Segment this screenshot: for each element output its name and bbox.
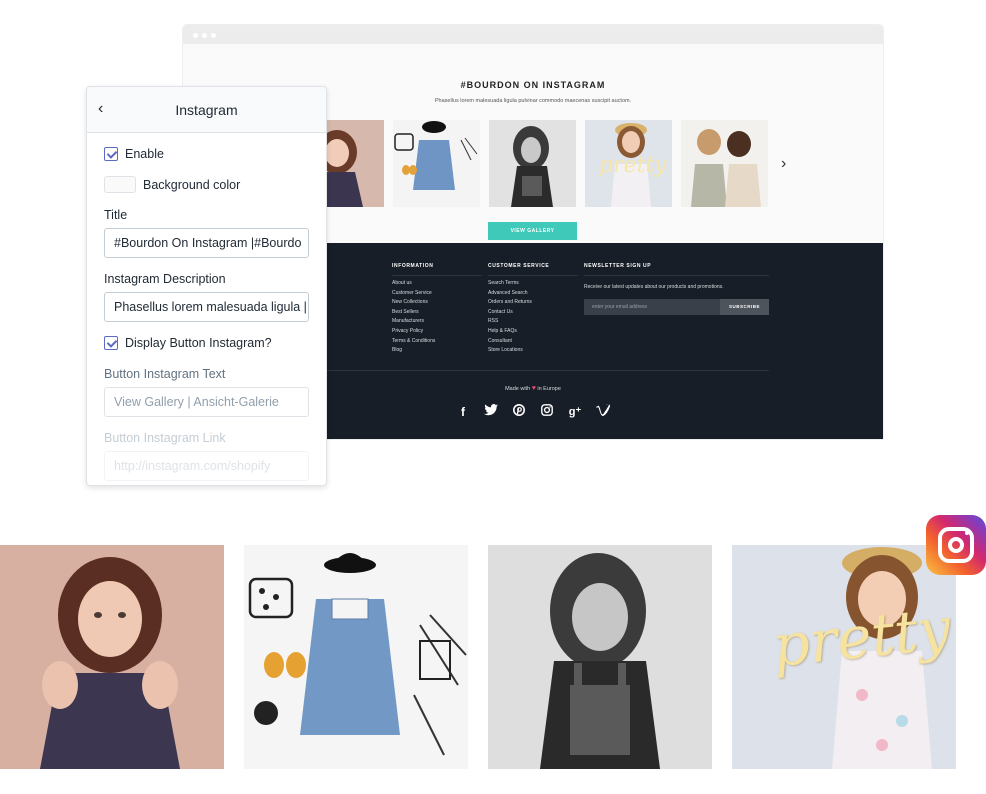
button-link-label: Button Instagram Link (104, 431, 226, 445)
background-color-row[interactable]: Background color (104, 176, 240, 193)
footer-link[interactable]: Consultant (488, 338, 578, 344)
footer-link[interactable]: Store Locations (488, 347, 578, 353)
instagram-thumb-2[interactable] (393, 120, 480, 207)
footer-link[interactable]: Contact Us (488, 309, 578, 315)
footer-link[interactable]: Privacy Policy (392, 328, 482, 334)
footer-link[interactable]: Orders and Returns (488, 299, 578, 305)
instagram-settings-panel: ‹ Instagram Enable Background color Titl… (86, 86, 327, 486)
button-text-label: Button Instagram Text (104, 367, 226, 381)
instagram-thumb-4[interactable]: pretty (585, 120, 672, 207)
next-arrow-icon[interactable]: › (781, 156, 786, 172)
newsletter-text: Receive our latest updates about our pro… (584, 284, 724, 290)
window-dot (202, 33, 207, 38)
description-input[interactable]: Phasellus lorem malesuada ligula | (104, 292, 309, 322)
background-color-label: Background color (143, 177, 241, 192)
title-input[interactable]: #Bourdon On Instagram |#Bourdo (104, 228, 309, 258)
heart-icon: ♥ (531, 385, 536, 392)
description-label: Instagram Description (104, 272, 226, 286)
footer-link[interactable]: New Collections (392, 299, 482, 305)
panel-title: Instagram (175, 102, 238, 118)
footer-link[interactable]: Search Terms (488, 280, 578, 286)
footer-newsletter-column: NEWSLETTER SIGN UP Receive our latest up… (584, 263, 769, 315)
footer-link[interactable]: Help & FAQs (488, 328, 578, 334)
view-gallery-button[interactable]: VIEW GALLERY (488, 222, 577, 240)
window-dot (193, 33, 198, 38)
footer-link[interactable]: Terms & Conditions (392, 338, 482, 344)
display-button-label: Display Button Instagram? (125, 336, 272, 350)
footer-link[interactable]: Advanced Search (488, 290, 578, 296)
footer-link[interactable]: Blog (392, 347, 482, 353)
footer-divider (325, 370, 769, 371)
twitter-icon[interactable] (484, 404, 498, 419)
enable-checkbox-row[interactable]: Enable (104, 147, 164, 161)
title-label: Title (104, 208, 128, 222)
window-dot (211, 33, 216, 38)
background-color-swatch[interactable] (104, 176, 136, 193)
large-photo-2 (244, 545, 468, 769)
made-with-suffix: in Europe (537, 386, 561, 392)
enable-label: Enable (125, 147, 164, 161)
large-photo-3 (488, 545, 712, 769)
social-icons: f g⁺ (456, 403, 610, 419)
footer-customer-service-column: CUSTOMER SERVICE Search Terms Advanced S… (488, 263, 578, 353)
footer-newsletter-heading: NEWSLETTER SIGN UP (584, 263, 769, 276)
instagram-logo-icon (926, 515, 986, 575)
footer-information-column: INFORMATION About us Customer Service Ne… (392, 263, 482, 353)
footer-link[interactable]: About us (392, 280, 482, 286)
browser-title-bar (183, 25, 883, 44)
display-button-checkbox-row[interactable]: Display Button Instagram? (104, 336, 272, 350)
large-photo-4: pretty (732, 545, 956, 769)
footer-link[interactable]: Customer Service (392, 290, 482, 296)
instagram-thumb-3[interactable] (489, 120, 576, 207)
button-text-input[interactable]: View Gallery | Ansicht-Galerie (104, 387, 309, 417)
button-link-input[interactable]: http://instagram.com/shopify (104, 451, 309, 481)
display-button-checkbox[interactable] (104, 336, 118, 350)
vimeo-icon[interactable] (596, 403, 610, 419)
footer-information-heading: INFORMATION (392, 263, 482, 276)
facebook-icon[interactable]: f (456, 405, 470, 419)
pinterest-icon[interactable] (512, 404, 526, 419)
enable-checkbox[interactable] (104, 147, 118, 161)
large-photo-1 (0, 545, 224, 769)
instagram-thumb-5[interactable] (681, 120, 768, 207)
made-with-prefix: Made with (505, 386, 531, 392)
google-plus-icon[interactable]: g⁺ (568, 405, 582, 419)
footer-link[interactable]: RSS (488, 318, 578, 324)
footer-link[interactable]: Best Sellers (392, 309, 482, 315)
subscribe-button[interactable]: SUBSCRIBE (720, 299, 769, 315)
instagram-icon[interactable] (540, 404, 554, 419)
footer-link[interactable]: Manufacturers (392, 318, 482, 324)
newsletter-email-input[interactable]: enter your email address (584, 299, 720, 315)
newsletter-form: enter your email address SUBSCRIBE (584, 299, 769, 315)
footer-customer-service-heading: CUSTOMER SERVICE (488, 263, 578, 276)
panel-header: ‹ Instagram (87, 87, 326, 133)
pretty-overlay-text: pretty (599, 153, 667, 178)
